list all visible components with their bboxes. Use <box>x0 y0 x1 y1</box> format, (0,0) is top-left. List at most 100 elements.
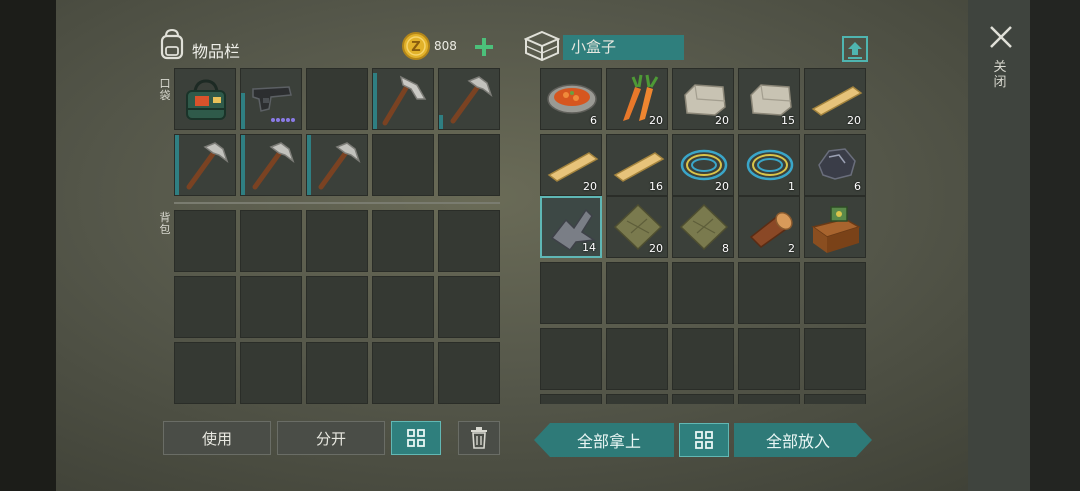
durability-bar <box>241 135 245 195</box>
item-count: 14 <box>582 241 596 254</box>
put-all-button[interactable]: 全部放入 <box>734 423 872 457</box>
backpack-slot[interactable] <box>306 276 368 338</box>
grid-icon <box>695 431 713 449</box>
ammo-dots <box>271 118 295 123</box>
container-slot-empty[interactable] <box>738 328 800 390</box>
sort-inventory-button[interactable] <box>391 421 441 455</box>
container-slot-empty[interactable] <box>804 394 866 404</box>
use-button[interactable]: 使用 <box>163 421 271 455</box>
backpack-slot[interactable] <box>372 342 434 404</box>
pocket-slot-empty[interactable] <box>372 134 434 196</box>
container-slot-empty[interactable] <box>540 262 602 324</box>
add-coins-button[interactable] <box>472 34 498 60</box>
pocket-slot-medkit-bag[interactable] <box>174 68 236 130</box>
container-slot-stew-bowl[interactable]: 6 <box>540 68 602 130</box>
coin-icon: Z <box>402 32 430 60</box>
container-slot-empty[interactable] <box>672 328 734 390</box>
backpack-slot[interactable] <box>174 342 236 404</box>
pickaxe-icon <box>252 142 295 190</box>
pickaxe-icon <box>186 142 229 190</box>
durability-bar <box>175 135 179 195</box>
container-slot-carrots[interactable]: 20 <box>606 68 668 130</box>
container-slot-empty[interactable] <box>606 328 668 390</box>
backpack-slot[interactable] <box>438 342 500 404</box>
container-slot-empty[interactable] <box>804 262 866 324</box>
container-slot-iron-ore[interactable]: 6 <box>804 134 866 196</box>
upload-button[interactable] <box>842 36 868 62</box>
item-count: 20 <box>715 180 729 193</box>
container-name: 小盒子 <box>571 38 617 56</box>
close-icon <box>990 26 1012 48</box>
container-slot-empty[interactable] <box>804 328 866 390</box>
container-slot-empty[interactable] <box>672 262 734 324</box>
workbench-icon <box>811 206 861 253</box>
backpack-slot[interactable] <box>372 276 434 338</box>
container-slot-plank[interactable]: 20 <box>804 68 866 130</box>
container-slot-empty[interactable] <box>606 262 668 324</box>
pocket-slot-pickaxe[interactable] <box>174 134 236 196</box>
backpack-slot[interactable] <box>174 210 236 272</box>
container-slot-stone[interactable]: 20 <box>672 68 734 130</box>
item-count: 1 <box>788 180 795 193</box>
backpack-slot[interactable] <box>240 342 302 404</box>
container-name-field[interactable]: 小盒子 <box>563 35 684 60</box>
pocket-label: 口袋 <box>159 77 171 102</box>
take-all-button[interactable]: 全部拿上 <box>534 423 674 457</box>
grid-icon <box>407 429 425 447</box>
container-slot-cloth[interactable]: 8 <box>672 196 734 258</box>
item-count: 6 <box>590 114 597 127</box>
container-slot-empty[interactable] <box>738 262 800 324</box>
item-count: 20 <box>583 180 597 193</box>
section-divider <box>174 202 500 204</box>
container-slot-empty[interactable] <box>672 394 734 404</box>
container-slot-workbench[interactable] <box>804 196 866 258</box>
left-edge <box>0 0 56 491</box>
close-button[interactable] <box>986 22 1016 52</box>
svg-text:Z: Z <box>411 40 420 55</box>
backpack-slot[interactable] <box>438 276 500 338</box>
item-count: 15 <box>781 114 795 127</box>
pocket-slot-empty[interactable] <box>438 134 500 196</box>
container-slot-cloth[interactable]: 20 <box>606 196 668 258</box>
trash-button[interactable] <box>458 421 500 455</box>
pocket-slot-empty[interactable] <box>306 68 368 130</box>
durability-bar <box>307 135 311 195</box>
right-edge <box>1030 0 1080 491</box>
backpack-slot[interactable] <box>240 276 302 338</box>
container-slot-wire[interactable]: 20 <box>672 134 734 196</box>
durability-bar <box>439 115 443 129</box>
container-slot-empty[interactable] <box>738 394 800 404</box>
container-slot-scrap-metal[interactable]: 14 <box>540 196 602 258</box>
container-slot-empty[interactable] <box>606 394 668 404</box>
backpack-slot[interactable] <box>240 210 302 272</box>
inventory-title: 物品栏 <box>192 42 241 61</box>
backpack-slot[interactable] <box>174 276 236 338</box>
container-slot-stone[interactable]: 15 <box>738 68 800 130</box>
put-all-label: 全部放入 <box>765 432 830 451</box>
item-count: 20 <box>847 114 861 127</box>
backpack-slot[interactable] <box>306 210 368 272</box>
backpack-slot[interactable] <box>438 210 500 272</box>
container-grid-overflow <box>540 392 868 404</box>
pickaxe-icon <box>450 76 493 124</box>
sort-container-button[interactable] <box>679 423 729 457</box>
split-button[interactable]: 分开 <box>277 421 385 455</box>
container-slot-wire[interactable]: 1 <box>738 134 800 196</box>
pocket-slot-pickaxe[interactable] <box>306 134 368 196</box>
container-slot-plank[interactable]: 16 <box>606 134 668 196</box>
container-slot-plank[interactable]: 20 <box>540 134 602 196</box>
backpack-label: 背包 <box>159 211 171 236</box>
close-label[interactable]: 关闭 <box>992 60 1008 90</box>
container-slot-empty[interactable] <box>540 394 602 404</box>
backpack-slot[interactable] <box>306 342 368 404</box>
backpack-slot[interactable] <box>372 210 434 272</box>
pocket-slot-pistol[interactable] <box>240 68 302 130</box>
container-slot-log[interactable]: 2 <box>738 196 800 258</box>
pocket-slot-pickaxe[interactable] <box>438 68 500 130</box>
pocket-slot-hatchet[interactable] <box>372 68 434 130</box>
pickaxe-icon <box>318 142 361 190</box>
container-slot-empty[interactable] <box>540 328 602 390</box>
item-count: 2 <box>788 242 795 255</box>
pocket-slot-pickaxe[interactable] <box>240 134 302 196</box>
item-count: 6 <box>854 180 861 193</box>
